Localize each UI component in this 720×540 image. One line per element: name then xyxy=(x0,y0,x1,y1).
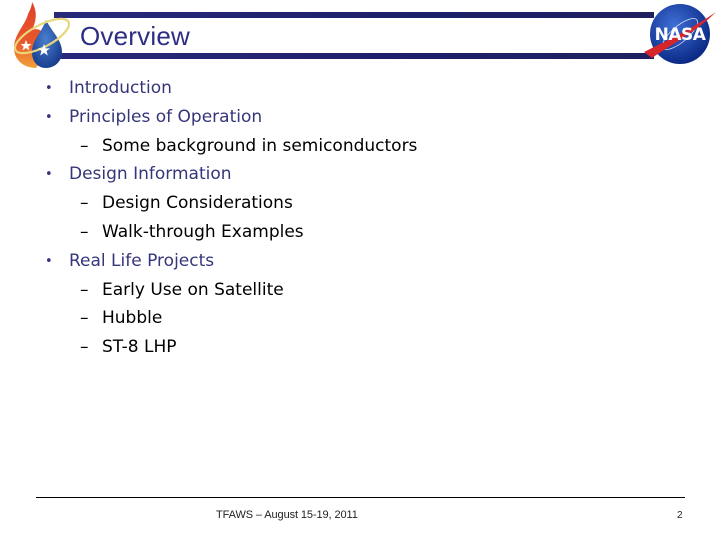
bullet-text: Real Life Projects xyxy=(69,251,215,271)
sub-bullet-text: Hubble xyxy=(102,308,163,328)
tfaws-logo-icon xyxy=(13,2,71,68)
header-bar-top xyxy=(54,12,654,18)
page-number: 2 xyxy=(677,510,683,521)
sub-bullet-item: – Early Use on Satellite xyxy=(80,276,284,304)
footer-text: TFAWS – August 15-19, 2011 xyxy=(216,509,358,521)
dash-marker: – xyxy=(80,308,89,328)
sub-bullet-item: – Hubble xyxy=(80,304,162,332)
dash-marker: – xyxy=(80,280,89,300)
header-bar-bottom xyxy=(54,53,654,59)
sub-bullet-item: – Walk-through Examples xyxy=(80,218,304,246)
sub-bullet-item: – Design Considerations xyxy=(80,189,293,217)
footer-divider xyxy=(36,497,685,498)
bullet-text: Introduction xyxy=(69,78,172,98)
sub-bullet-text: ST-8 LHP xyxy=(102,337,177,357)
sub-bullet-text: Walk-through Examples xyxy=(102,222,304,242)
nasa-logo-icon: NASA xyxy=(644,4,716,64)
sub-bullet-item: – Some background in semiconductors xyxy=(80,132,417,160)
bullet-item: • Design Information xyxy=(45,160,232,190)
dash-marker: – xyxy=(80,337,89,357)
bullet-item: • Real Life Projects xyxy=(45,247,214,277)
bullet-text: Principles of Operation xyxy=(69,107,263,127)
sub-bullet-text: Design Considerations xyxy=(102,193,293,213)
dash-marker: – xyxy=(80,222,89,242)
dash-marker: – xyxy=(80,193,89,213)
slide: NASA Overview • Introduction • Principles … xyxy=(0,0,720,540)
sub-bullet-item: – ST-8 LHP xyxy=(80,333,176,361)
bullet-text: Design Information xyxy=(69,164,232,184)
bullet-marker: • xyxy=(45,167,53,182)
dash-marker: – xyxy=(80,136,89,156)
bullet-marker: • xyxy=(45,81,53,96)
bullet-marker: • xyxy=(45,110,53,125)
nasa-logo-text: NASA xyxy=(655,25,707,45)
slide-title: Overview xyxy=(80,21,190,51)
sub-bullet-text: Early Use on Satellite xyxy=(102,280,284,300)
sub-bullet-text: Some background in semiconductors xyxy=(102,136,418,156)
bullet-item: • Introduction xyxy=(45,74,172,104)
bullet-item: • Principles of Operation xyxy=(45,103,262,133)
bullet-marker: • xyxy=(45,254,53,269)
